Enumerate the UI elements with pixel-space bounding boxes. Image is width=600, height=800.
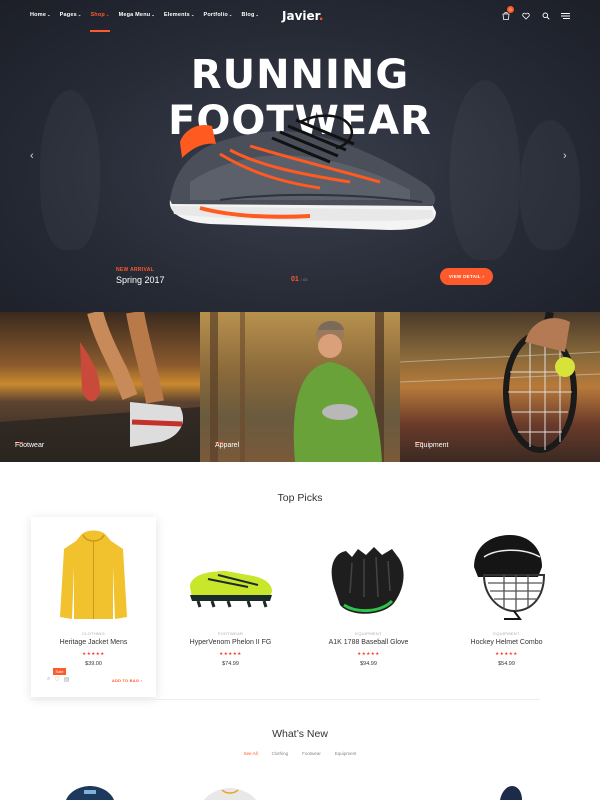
product-name[interactable]: HyperVenom Phelon II FG xyxy=(168,639,293,646)
slide-counter: 01/ 03 xyxy=(291,276,308,283)
product-filter-tabs: See All Clothing Footwear Equipment xyxy=(0,751,600,756)
category-tile-apparel[interactable]: Apparel xyxy=(200,312,400,462)
menu-item-blog[interactable]: Blog⌄ xyxy=(241,12,259,18)
category-tile-equipment[interactable]: Equipment xyxy=(400,312,600,462)
compare-icon[interactable]: ▤ xyxy=(64,676,70,683)
slider-prev-arrow[interactable]: ‹ xyxy=(30,150,34,162)
tennis-racket-image xyxy=(400,312,600,453)
menu-item-portfolio[interactable]: Portfolio⌄ xyxy=(204,12,233,18)
product-name[interactable]: Hockey Helmet Combo xyxy=(444,639,569,646)
product-category: EQUIPMENT xyxy=(355,631,382,636)
whats-new-title: What’s New xyxy=(272,728,328,740)
menu-item-mega-menu[interactable]: Mega Menu⌄ xyxy=(119,12,155,18)
hero-slider: Home⌄ Pages⌄ Shop⌄ Mega Menu⌄ Elements⌄ … xyxy=(0,0,600,312)
hiker-image xyxy=(210,312,384,462)
category-label: Footwear xyxy=(15,442,45,449)
hero-title-line-1: RUNNING xyxy=(190,52,410,98)
filter-tab-clothing[interactable]: Clothing xyxy=(272,751,289,756)
sale-badge: Sale xyxy=(53,668,66,675)
product-card[interactable]: FOOTWEAR HyperVenom Phelon II FG ★★★★★ $… xyxy=(168,517,293,697)
hockey-helmet-image xyxy=(474,535,546,620)
product-name[interactable]: Heritage Jacket Mens xyxy=(31,639,156,646)
product-rating-stars: ★★★★★ xyxy=(219,651,242,656)
product-price: $94.99 xyxy=(360,661,377,667)
slider-next-arrow[interactable]: › xyxy=(563,150,567,162)
category-tile-footwear[interactable]: Footwear xyxy=(0,312,200,462)
product-name[interactable]: A1K 1788 Baseball Glove xyxy=(306,639,431,646)
search-icon[interactable] xyxy=(541,11,550,20)
product-price: $39.00 xyxy=(85,661,102,667)
menu-item-pages[interactable]: Pages⌄ xyxy=(60,12,82,18)
shirt-product-image xyxy=(204,788,256,800)
section-divider xyxy=(30,699,540,700)
running-shoe-image xyxy=(169,114,436,230)
cart-count-badge: 0 xyxy=(507,6,514,13)
baseball-glove-image xyxy=(331,547,404,614)
runner-legs-image xyxy=(0,312,200,462)
football-boot-image xyxy=(190,571,272,608)
product-category: EQUIPMENT xyxy=(493,631,520,636)
yellow-jacket-image xyxy=(60,530,127,619)
product-card[interactable]: EQUIPMENT A1K 1788 Baseball Glove ★★★★★ … xyxy=(306,517,431,697)
filter-tab-footwear[interactable]: Footwear xyxy=(302,751,321,756)
header-icons: 0 xyxy=(501,6,570,20)
product-card[interactable]: CLOTHING Heritage Jacket Mens ★★★★★ $39.… xyxy=(31,517,156,697)
product-price: $74.99 xyxy=(222,661,239,667)
quick-view-search-icon[interactable]: ⌕ xyxy=(47,676,50,683)
product-price: $54.99 xyxy=(498,661,515,667)
product-category: FOOTWEAR xyxy=(217,631,244,636)
equipment-product-image xyxy=(500,786,522,800)
watch-product-image xyxy=(66,786,114,800)
product-card[interactable]: EQUIPMENT Hockey Helmet Combo ★★★★★ $54.… xyxy=(444,517,569,697)
filter-tab-see-all[interactable]: See All xyxy=(244,751,258,756)
add-to-bag-link[interactable]: ADD TO BAG › xyxy=(112,678,142,683)
page: Home⌄ Pages⌄ Shop⌄ Mega Menu⌄ Elements⌄ … xyxy=(0,0,600,800)
filter-tab-equipment[interactable]: Equipment xyxy=(335,751,357,756)
menu-item-shop[interactable]: Shop⌄ xyxy=(90,12,110,32)
top-navigation: Home⌄ Pages⌄ Shop⌄ Mega Menu⌄ Elements⌄ … xyxy=(0,0,600,32)
site-logo[interactable]: Javier. xyxy=(282,9,323,23)
menu-item-elements[interactable]: Elements⌄ xyxy=(164,12,195,18)
cart-icon[interactable]: 0 xyxy=(501,6,514,20)
product-quick-actions: ⌕ ♡ ▤ xyxy=(47,676,69,683)
main-menu: Home⌄ Pages⌄ Shop⌄ Mega Menu⌄ Elements⌄ … xyxy=(30,12,259,32)
product-rating-stars: ★★★★★ xyxy=(357,651,380,656)
hamburger-menu-icon[interactable] xyxy=(561,11,570,20)
top-picks-title: Top Picks xyxy=(277,492,323,504)
product-category: CLOTHING xyxy=(81,631,106,636)
hero-subtitle: Spring 2017 xyxy=(116,275,165,285)
view-detail-button[interactable]: VIEW DETAIL › xyxy=(440,268,493,285)
product-rating-stars: ★★★★★ xyxy=(495,651,518,656)
category-label: Equipment xyxy=(415,442,449,449)
hero-tag: NEW ARRIVAL xyxy=(116,267,155,273)
product-rating-stars: ★★★★★ xyxy=(82,651,105,656)
wishlist-heart-icon[interactable]: ♡ xyxy=(54,676,59,683)
category-label: Apparel xyxy=(215,442,240,449)
wishlist-heart-icon[interactable] xyxy=(521,11,530,20)
menu-item-home[interactable]: Home⌄ xyxy=(30,12,51,18)
